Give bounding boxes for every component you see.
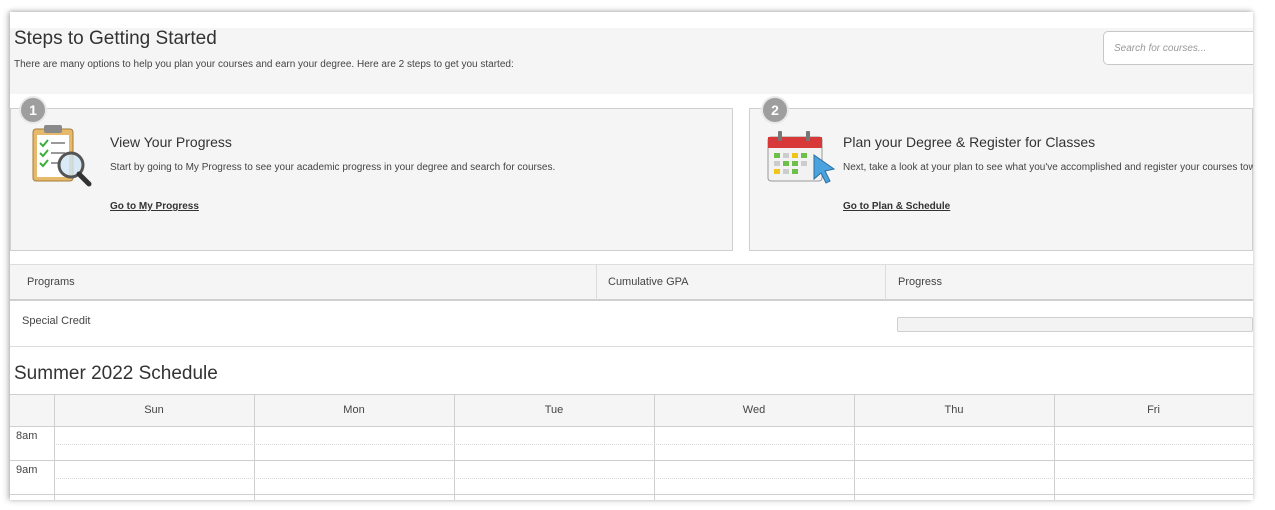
step-number-badge: 1 xyxy=(21,98,45,122)
step-card-progress: 1 View Your Progress Start by going to M… xyxy=(10,98,733,251)
step-description: Start by going to My Progress to see you… xyxy=(110,162,556,173)
column-line xyxy=(1054,394,1055,500)
clipboard-magnifier-icon xyxy=(32,125,92,187)
hour-line xyxy=(10,494,1253,495)
column-header-gpa[interactable]: Cumulative GPA xyxy=(608,265,689,300)
calendar-cursor-icon xyxy=(767,131,836,184)
column-divider xyxy=(596,265,597,300)
column-line xyxy=(54,394,55,500)
step-card-plan: 2 Plan your Degree & Register for Classe… xyxy=(749,98,1253,251)
table-row[interactable]: Special Credit xyxy=(10,301,1253,347)
day-header-fri: Fri xyxy=(1147,404,1160,416)
half-hour-line xyxy=(54,444,1253,445)
column-line xyxy=(654,394,655,500)
column-header-programs[interactable]: Programs xyxy=(27,265,75,300)
day-header-wed: Wed xyxy=(742,404,766,416)
step-description: Next, take a look at your plan to see wh… xyxy=(843,162,1253,173)
step-title: View Your Progress xyxy=(110,134,232,150)
search-placeholder: Search for courses... xyxy=(1114,43,1207,54)
go-to-my-progress-link[interactable]: Go to My Progress xyxy=(110,201,199,212)
step-title: Plan your Degree & Register for Classes xyxy=(843,134,1096,150)
time-label-9am: 9am xyxy=(16,464,38,476)
page-subtitle: There are many options to help you plan … xyxy=(14,59,514,70)
programs-table-header: Programs Cumulative GPA Progress xyxy=(10,264,1253,301)
course-search-input[interactable]: Search for courses... xyxy=(1103,31,1253,65)
day-header-mon: Mon xyxy=(343,404,365,416)
main-page: Steps to Getting Started There are many … xyxy=(10,12,1253,500)
day-header-tue: Tue xyxy=(544,404,564,416)
go-to-plan-schedule-link[interactable]: Go to Plan & Schedule xyxy=(843,201,950,212)
column-divider xyxy=(885,265,886,300)
day-header-thu: Thu xyxy=(944,404,964,416)
weekly-calendar[interactable]: Sun Mon Tue Wed Thu Fri 8am 9am xyxy=(10,394,1253,500)
column-line xyxy=(454,394,455,500)
program-progress-bar xyxy=(897,317,1253,332)
calendar-day-header: Sun Mon Tue Wed Thu Fri xyxy=(10,394,1253,427)
page-title: Steps to Getting Started xyxy=(14,28,217,49)
step-number-badge: 2 xyxy=(763,98,787,122)
schedule-title: Summer 2022 Schedule xyxy=(14,363,218,384)
day-header-sun: Sun xyxy=(144,404,164,416)
program-name: Special Credit xyxy=(22,315,91,327)
column-line xyxy=(854,394,855,500)
hour-line xyxy=(10,460,1253,461)
column-line xyxy=(254,394,255,500)
column-header-progress[interactable]: Progress xyxy=(898,265,942,300)
half-hour-line xyxy=(54,478,1253,479)
time-label-8am: 8am xyxy=(16,430,38,442)
